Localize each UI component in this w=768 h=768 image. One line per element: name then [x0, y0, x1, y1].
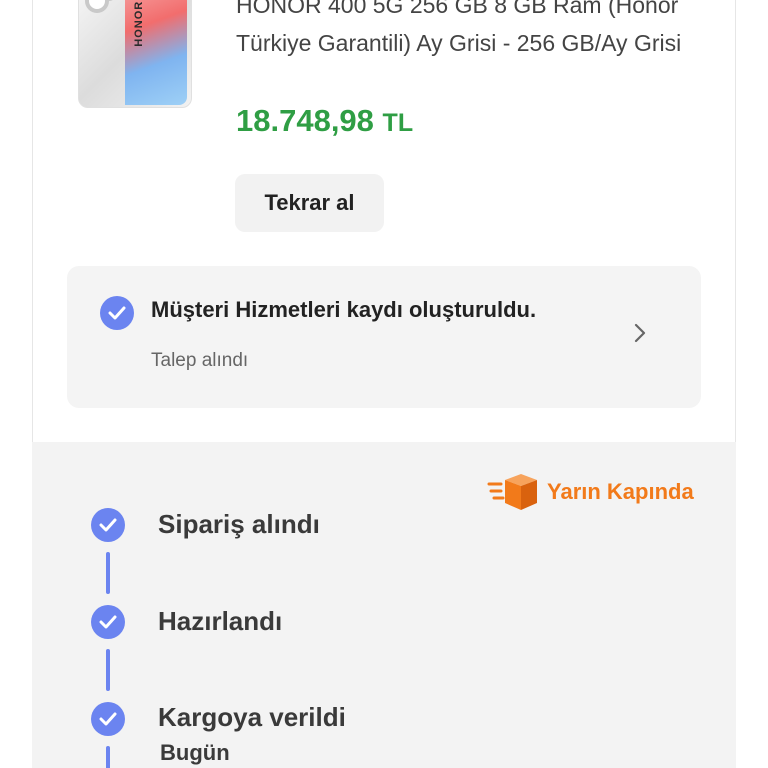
step-label: Sipariş alındı [158, 509, 320, 539]
step-connector [106, 649, 110, 691]
step-connector [106, 746, 110, 768]
customer-service-title: Müşteri Hizmetleri kaydı oluşturuldu. [151, 297, 537, 322]
product-image[interactable]: HONOR 400 [78, 0, 192, 108]
delivery-badge: Yarın Kapında [487, 472, 694, 512]
fast-delivery-box-icon [487, 474, 537, 510]
step-check-icon [91, 702, 125, 736]
step-check-icon [91, 605, 125, 639]
customer-service-status: Talep alındı [151, 350, 249, 371]
camera-lens-icon [85, 0, 109, 13]
step-date: Bugün [160, 740, 230, 765]
step-label: Hazırlandı [158, 606, 283, 636]
product-image-brand: HONOR 400 [133, 0, 145, 47]
delivery-badge-label: Yarın Kapında [547, 479, 694, 504]
price-amount: 18.748,98 [236, 103, 374, 138]
product-title[interactable]: HONOR 400 5G 256 GB 8 GB Ram (Honor Türk… [236, 0, 696, 62]
step-connector [106, 552, 110, 594]
reorder-button[interactable]: Tekrar al [235, 174, 384, 232]
step-check-icon [91, 508, 125, 542]
price-currency: TL [382, 109, 414, 137]
customer-service-card[interactable] [67, 266, 701, 408]
chevron-right-icon[interactable] [630, 322, 650, 344]
check-circle-icon [100, 296, 134, 330]
step-label: Kargoya verildi [158, 702, 346, 732]
product-price: 18.748,98 TL [236, 103, 413, 139]
